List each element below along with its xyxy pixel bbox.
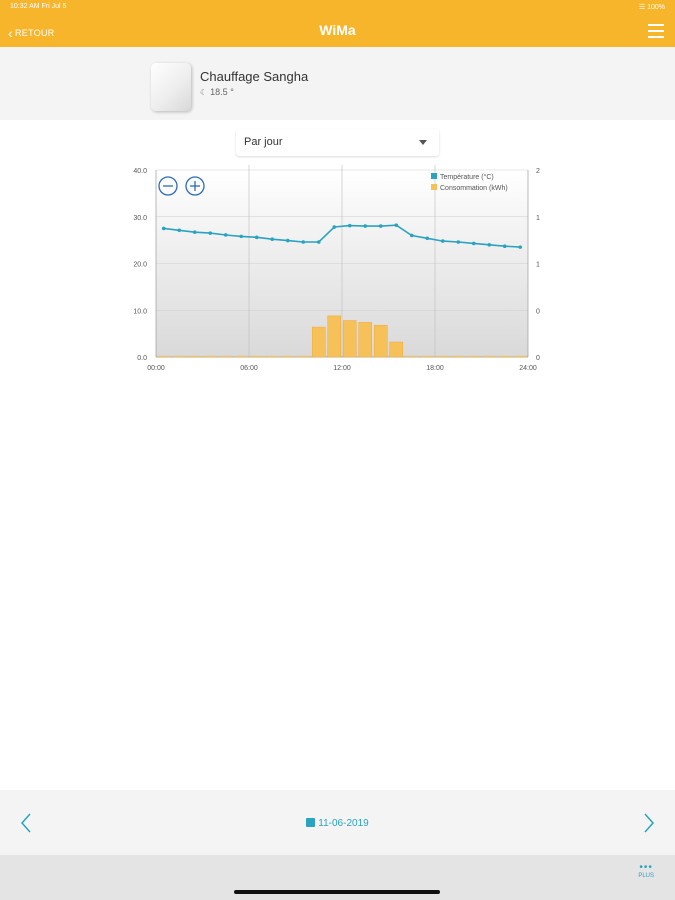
consumption-bar [234, 355, 248, 357]
app-title: WiMa [319, 22, 356, 38]
temperature-point [177, 228, 182, 233]
consumption-bar [420, 355, 434, 357]
temperature-point [347, 223, 352, 228]
consumption-bar [358, 322, 373, 358]
y-left-tick-label: 20.0 [133, 262, 147, 269]
temperature-point [285, 238, 290, 243]
date-picker[interactable]: 11-06-2019 [0, 818, 675, 829]
x-tick-label: 00:00 [147, 365, 165, 372]
consumption-bar [373, 324, 388, 358]
consumption-bar [436, 355, 450, 357]
consumption-bar [157, 355, 171, 357]
consumption-bar [219, 355, 233, 357]
y-right-tick-label: 1.0 [536, 262, 540, 269]
consumption-bar [281, 355, 295, 357]
home-indicator [234, 890, 440, 894]
app-header: 10:32 AM Fri Jul 5 ☰ 100% ‹ RETOUR WiMa [0, 0, 675, 47]
y-left-tick-label: 0.0 [137, 355, 147, 362]
temperature-point [409, 233, 414, 238]
consumption-bar [265, 355, 279, 357]
temperature-point [223, 233, 228, 237]
legend-swatch [431, 173, 437, 179]
consumption-bar [389, 341, 404, 358]
temperature-point [378, 224, 383, 228]
temperature-point [487, 243, 492, 247]
consumption-bar [311, 326, 326, 358]
device-thumbnail [151, 63, 191, 111]
consumption-bar [172, 355, 186, 357]
moon-icon: ☾ [200, 88, 208, 97]
chevron-down-icon [419, 140, 427, 145]
date-label: 11-06-2019 [318, 818, 369, 829]
consumption-bar [250, 355, 264, 357]
consumption-chart: 0.0 10.0 20.0 30.0 40.0 0.0 0.5 1.0 1.5 2.0 00:00 0… [133, 165, 540, 372]
legend-label: Température (°C) [440, 173, 494, 181]
consumption-bar [498, 355, 512, 357]
y-left-tick-label: 10.0 [133, 308, 147, 315]
temperature-point [254, 235, 259, 240]
temperature-point [208, 231, 213, 235]
y-right-tick-label: 0.5 [536, 308, 540, 315]
consumption-bar [296, 355, 310, 357]
temperature-point [316, 240, 321, 244]
next-day-icon[interactable] [637, 810, 659, 836]
consumption-bar [513, 355, 527, 357]
temperature-point [394, 223, 399, 227]
temperature-point [363, 224, 368, 228]
status-time: 10:32 AM Fri Jul 5 [10, 3, 67, 10]
x-tick-label: 12:00 [333, 365, 351, 372]
device-panel: Chauffage Sangha ☾ 18.5 ° [0, 47, 675, 120]
y-right-tick-label: 2.0 [536, 168, 540, 175]
status-battery: ☰ 100% [639, 3, 665, 11]
temperature-point [518, 245, 523, 249]
legend-swatch [431, 184, 437, 190]
consumption-bar [467, 355, 481, 357]
y-right-tick-label: 1.5 [536, 215, 540, 222]
temperature-point [456, 240, 461, 244]
device-temperature-value: 18.5 ° [210, 87, 234, 97]
consumption-bar [405, 355, 419, 357]
consumption-bar [342, 320, 357, 358]
temperature-point [332, 225, 337, 229]
x-tick-label: 24:00 [519, 365, 537, 372]
temperature-point [270, 237, 275, 241]
consumption-bar [188, 355, 202, 357]
more-button[interactable]: ••• PLUS [638, 862, 654, 880]
temperature-point [502, 244, 507, 249]
temperature-point [301, 240, 306, 244]
more-label: PLUS [638, 873, 654, 879]
temperature-point [161, 226, 166, 231]
temperature-point [471, 241, 476, 246]
x-tick-label: 18:00 [426, 365, 444, 372]
consumption-bar [482, 355, 496, 357]
device-temperature: ☾ 18.5 ° [200, 87, 234, 97]
temperature-point [192, 230, 197, 234]
y-left-tick-label: 40.0 [133, 168, 147, 175]
period-select-value: Par jour [244, 136, 283, 148]
wifi-icon: ☰ [638, 4, 646, 11]
y-left-tick-label: 30.0 [133, 215, 147, 222]
y-right-tick-label: 0.0 [536, 355, 540, 362]
battery-label: 100% [647, 4, 665, 11]
more-dots-icon: ••• [639, 862, 653, 873]
bottom-bar: ••• PLUS [0, 855, 675, 900]
device-name: Chauffage Sangha [200, 69, 309, 84]
period-select[interactable]: Par jour [236, 129, 439, 156]
consumption-bar [327, 315, 342, 358]
consumption-bar [451, 355, 465, 357]
temperature-point [239, 234, 244, 239]
temperature-point [425, 236, 430, 241]
legend-label: Consommation (kWh) [440, 185, 508, 192]
calendar-icon [306, 818, 316, 827]
date-navigation: 11-06-2019 [0, 790, 675, 855]
hamburger-menu-icon[interactable] [648, 24, 664, 38]
consumption-bar [203, 355, 217, 357]
temperature-point [440, 239, 445, 243]
x-tick-label: 06:00 [240, 365, 258, 372]
